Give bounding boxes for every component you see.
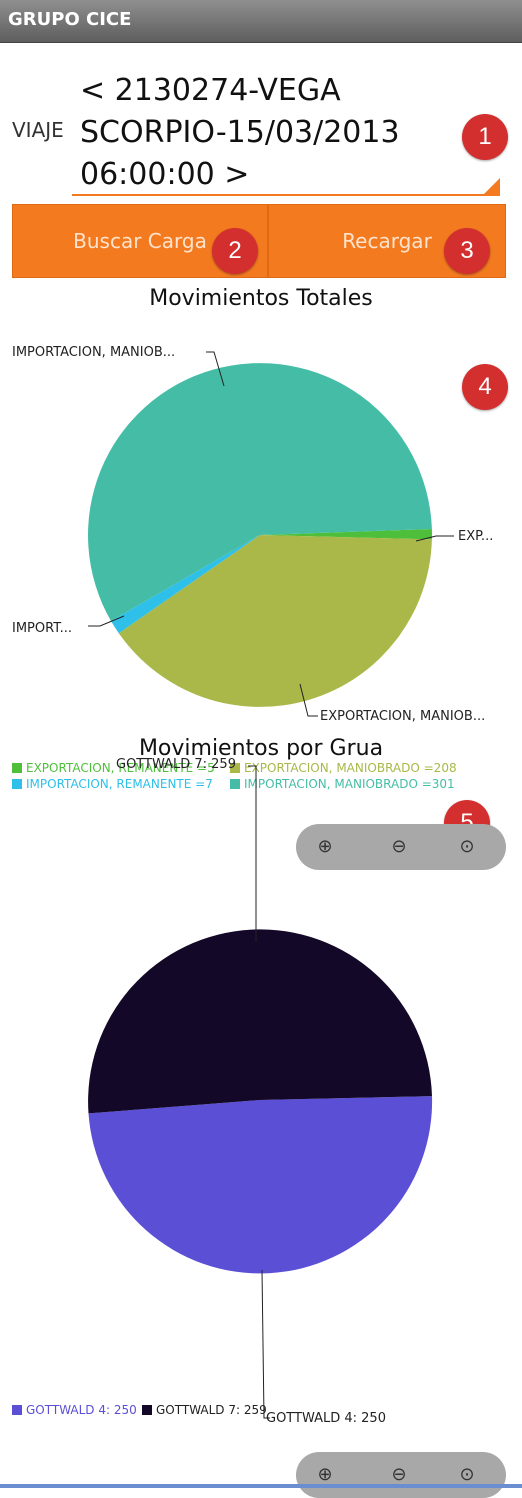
chart2-slice-label: GOTTWALD 7: 259 — [116, 757, 236, 772]
chart1-legend-label: IMPORTACION, REMANENTE =7 — [26, 777, 213, 791]
chart1-slice-label: EXP... — [458, 529, 493, 544]
zoom-in-icon[interactable]: ⊕ — [310, 832, 340, 862]
zoom-out-icon[interactable]: ⊖ — [384, 832, 414, 862]
zoom-reset-icon[interactable]: ⊙ — [452, 832, 482, 862]
charts-canvas: EXP... EXPORTACION, MANIOB... IMPORT... IMP… — [12, 345, 493, 1426]
chart1-slice-label: IMPORTACION, MANIOB... — [12, 345, 175, 360]
chart1-legend-swatch — [12, 763, 22, 773]
chart2-legend-label: GOTTWALD 4: 250 — [26, 1403, 137, 1417]
chart2-leader-line — [248, 765, 257, 942]
chart1-slice-label: EXPORTACION, MANIOB... — [320, 709, 485, 724]
chart1-legend-swatch — [230, 779, 240, 789]
chart2-slice-label: GOTTWALD 4: 250 — [266, 1411, 386, 1426]
chart2-leader-line — [261, 1269, 270, 1419]
chart1-legend-label: IMPORTACION, MANIOBRADO =301 — [244, 777, 455, 791]
chart1-legend-swatch — [12, 779, 22, 789]
chart2-legend-swatch — [12, 1405, 22, 1415]
chart2-slice-gottwald-4[interactable] — [88, 1096, 433, 1274]
chart1-legend-label: EXPORTACION, MANIOBRADO =208 — [244, 761, 457, 775]
chart2-legend-swatch — [142, 1405, 152, 1415]
chart2-legend-label: GOTTWALD 7: 259 — [156, 1403, 267, 1417]
chart1-slice-label: IMPORT... — [12, 621, 72, 636]
chart1-zoom-controls: ⊕ ⊖ ⊙ — [296, 824, 506, 870]
bottom-rule — [0, 1484, 522, 1488]
chart2-zoom-controls: ⊕ ⊖ ⊙ — [296, 1452, 506, 1498]
chart2-slice-gottwald-7[interactable] — [88, 929, 433, 1114]
